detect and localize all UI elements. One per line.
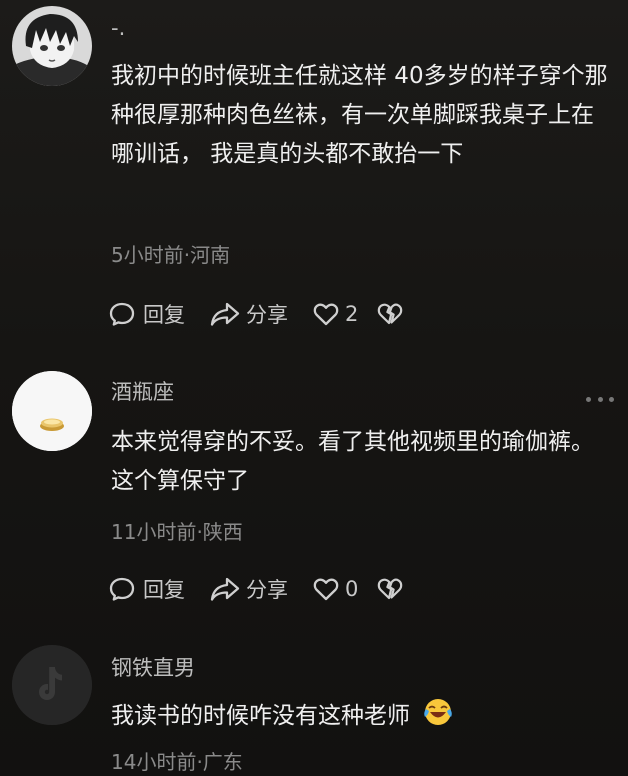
like-button[interactable]: 0 (312, 575, 358, 603)
comment-username[interactable]: 钢铁直男 (111, 652, 195, 682)
comment-text: 我初中的时候班主任就这样 40多岁的样子穿个那种很厚那种肉色丝袜，有一次单脚踩我… (111, 63, 608, 167)
share-button[interactable]: 分享 (209, 574, 288, 604)
share-label: 分享 (246, 303, 288, 327)
comment-actions: 回复 分享 2 (108, 298, 404, 330)
share-arrow-icon (209, 300, 241, 328)
like-button[interactable]: 2 (312, 300, 358, 328)
comment-meta: 14小时前·广东 (111, 750, 243, 774)
reply-button[interactable]: 回复 (108, 574, 185, 604)
reply-label: 回复 (143, 303, 185, 327)
like-count: 2 (345, 302, 359, 326)
comment-meta: 5小时前·河南 (111, 243, 231, 267)
comment-item: -. 我初中的时候班主任就这样 40多岁的样子穿个那种很厚那种肉色丝袜，有一次单… (0, 0, 628, 345)
gold-bowl-avatar-image (12, 371, 92, 451)
comment-bubble-icon (108, 575, 136, 603)
comment-meta: 11小时前·陕西 (111, 520, 243, 544)
more-dots-icon[interactable] (586, 394, 614, 404)
dislike-button[interactable] (376, 575, 404, 603)
broken-heart-icon (376, 300, 404, 328)
comment-username[interactable]: 酒瓶座 (111, 376, 174, 406)
comment-text-body: 我读书的时候咋没有这种老师 (111, 703, 410, 729)
laughing-crying-emoji (423, 697, 453, 740)
comment-text: 本来觉得穿的不妥。看了其他视频里的瑜伽裤。这个算保守了 (111, 429, 594, 494)
comment-actions: 回复 分享 0 (108, 573, 404, 605)
share-button[interactable]: 分享 (209, 299, 288, 329)
avatar[interactable] (12, 371, 92, 451)
heart-outline-icon (312, 575, 340, 603)
reply-label: 回复 (143, 578, 185, 602)
avatar[interactable] (12, 645, 92, 725)
comment-bubble-icon (108, 300, 136, 328)
comment-item: 酒瓶座 本来觉得穿的不妥。看了其他视频里的瑜伽裤。这个算保守了 11小时前·陕西… (0, 345, 628, 635)
tiktok-default-avatar-icon (12, 645, 92, 725)
comment-username[interactable]: -. (111, 16, 125, 40)
dislike-button[interactable] (376, 300, 404, 328)
avatar[interactable] (12, 6, 92, 86)
like-count: 0 (345, 577, 359, 601)
share-label: 分享 (246, 578, 288, 602)
reply-button[interactable]: 回复 (108, 299, 185, 329)
broken-heart-icon (376, 575, 404, 603)
share-arrow-icon (209, 575, 241, 603)
comment-text: 我读书的时候咋没有这种老师 (111, 697, 611, 740)
heart-outline-icon (312, 300, 340, 328)
comment-item: 钢铁直男 我读书的时候咋没有这种老师 14小时前·广东 (0, 635, 628, 776)
anime-avatar-image (12, 6, 92, 86)
